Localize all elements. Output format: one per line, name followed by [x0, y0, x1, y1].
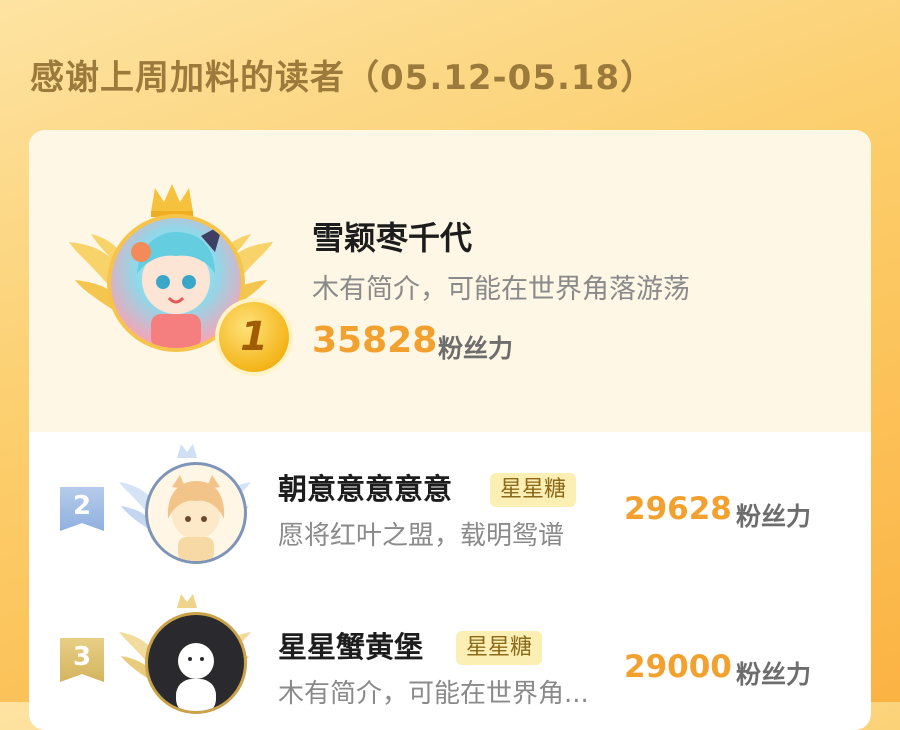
- second-place-avatar-frame: [115, 440, 255, 580]
- first-place-bio: 木有简介，可能在世界角落游荡: [312, 274, 690, 305]
- crown-icon: [151, 184, 193, 217]
- first-place-score-unit: 粉丝力: [438, 334, 514, 363]
- fan-badge: 星星糖: [490, 473, 577, 507]
- gold-medal-icon: 1: [219, 302, 289, 372]
- second-place-score: 29628: [624, 491, 732, 527]
- third-place-avatar[interactable]: [145, 612, 247, 714]
- rank-badge-bronze-icon: 3: [60, 638, 104, 682]
- third-place-name[interactable]: 星星蟹黄堡: [278, 624, 423, 666]
- second-place-avatar[interactable]: [145, 462, 247, 564]
- page-title: 感谢上周加料的读者（05.12-05.18）: [30, 58, 656, 98]
- third-place-avatar-frame: [115, 590, 255, 730]
- first-place-entry[interactable]: 1 雪颖枣千代 木有简介，可能在世界角落游荡 35828 粉丝力: [29, 130, 871, 432]
- leaderboard-row-3[interactable]: 3 星星蟹黄堡 星星糖 木有简介，可能在世界角... 29000 粉丝力: [29, 590, 871, 730]
- third-place-score: 29000: [624, 649, 732, 685]
- third-place-score-unit: 粉丝力: [736, 660, 812, 689]
- leaderboard-row-2[interactable]: 2 朝意意意意意 星星糖 愿将红叶之盟，载明鸳谱 29628 粉丝力: [29, 432, 871, 582]
- first-place-name[interactable]: 雪颖枣千代: [312, 213, 472, 259]
- third-place-bio: 木有简介，可能在世界角...: [278, 679, 589, 709]
- second-place-name[interactable]: 朝意意意意意: [278, 466, 452, 508]
- first-place-score: 35828: [312, 320, 438, 361]
- second-place-score-unit: 粉丝力: [736, 502, 812, 531]
- first-place-avatar-frame: 1: [69, 182, 289, 382]
- rank-badge-silver-icon: 2: [60, 487, 104, 531]
- leaderboard-card: 1 雪颖枣千代 木有简介，可能在世界角落游荡 35828 粉丝力 2 朝意意意意…: [29, 130, 871, 730]
- fan-badge: 星星糖: [456, 631, 543, 665]
- second-place-bio: 愿将红叶之盟，载明鸳谱: [278, 521, 565, 551]
